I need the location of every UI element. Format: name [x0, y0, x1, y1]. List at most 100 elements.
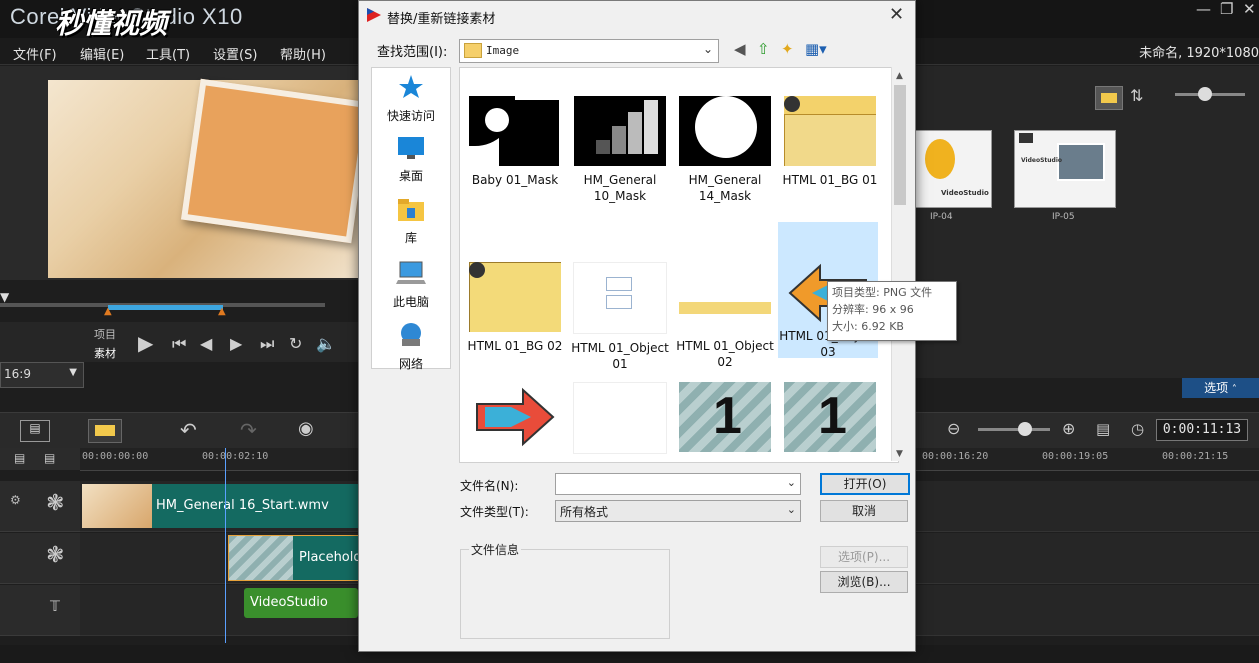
menu-file[interactable]: 文件(F) — [13, 44, 57, 63]
library-icon — [398, 199, 424, 221]
file-item[interactable]: Baby 01_Mask — [465, 96, 565, 188]
place-network[interactable]: 网络 — [372, 322, 450, 382]
scroll-down-icon[interactable]: ▼ — [896, 449, 903, 459]
file-item[interactable] — [465, 382, 565, 458]
trim-in-handle[interactable]: ▲ — [104, 306, 112, 317]
filetype-select[interactable]: 所有格式 ⌄ — [555, 500, 801, 522]
file-item[interactable]: HTML 01_Object 01 — [570, 262, 670, 372]
zoom-slider-knob[interactable] — [1018, 422, 1032, 436]
scroll-up-icon[interactable]: ▲ — [896, 71, 903, 81]
project-info: 未命名, 1920*1080 — [1139, 46, 1259, 61]
chapter-icon[interactable]: ▤ — [44, 451, 55, 465]
trim-out-handle[interactable]: ▲ — [218, 306, 226, 317]
title-clip-label: VideoStudio — [250, 595, 328, 610]
prev-frame-icon[interactable]: ◀ — [200, 334, 212, 353]
storyboard-view-icon[interactable]: ▤ — [20, 420, 50, 442]
file-item[interactable]: 1 — [780, 382, 880, 458]
sunflower-image — [925, 139, 955, 179]
file-label: HTML 01_BG 01 — [782, 173, 878, 187]
new-folder-icon[interactable]: ✦ — [781, 40, 794, 58]
file-list[interactable]: Baby 01_Mask HM_General 10_Mask HM_Gener… — [459, 67, 899, 463]
place-desktop[interactable]: 桌面 — [372, 136, 450, 196]
clip-mode-label[interactable]: 素材 — [94, 345, 116, 361]
record-capture-icon[interactable]: ◉ — [298, 418, 314, 439]
library-thumb-ip05[interactable]: VideoStudio — [1014, 130, 1116, 208]
place-this-pc[interactable]: 此电脑 — [372, 260, 450, 320]
open-button[interactable]: 打开(O) — [820, 473, 910, 495]
aspect-ratio-select[interactable]: 16:9 ▼ — [0, 362, 84, 388]
file-thumb-html-bg02 — [469, 262, 561, 332]
sort-icon[interactable]: ⇅ — [1130, 86, 1143, 105]
zoom-out-icon[interactable]: ⊖ — [947, 419, 960, 438]
slider-knob[interactable] — [1198, 87, 1212, 101]
undo-icon[interactable]: ↶ — [180, 418, 197, 442]
menu-tools[interactable]: 工具(T) — [146, 44, 190, 63]
file-item[interactable]: HTML 01_BG 02 — [465, 262, 565, 354]
relink-dialog: 替换/重新链接素材 ✕ 查找范围(I): Image ⌄ ◀ ⇧ ✦ ▦▾ 快速… — [358, 0, 957, 652]
video-clip-label: HM_General 16_Start.wmv — [156, 498, 329, 513]
library-view-button[interactable] — [1095, 86, 1123, 110]
library-thumb-ip04[interactable]: VideoStudio — [914, 130, 992, 208]
close-icon[interactable]: ✕ — [1243, 0, 1256, 18]
file-item[interactable]: HM_General 10_Mask — [570, 96, 670, 204]
clip-thumbnail — [82, 484, 152, 528]
scroll-thumb[interactable] — [894, 85, 906, 205]
chevron-down-icon: ⌄ — [786, 476, 796, 489]
place-quick-access[interactable]: 快速访问 — [372, 74, 450, 134]
place-label: 快速访问 — [386, 109, 435, 123]
timeline-view-button[interactable] — [88, 419, 122, 443]
browse-button[interactable]: 浏览(B)... — [820, 571, 908, 593]
up-folder-icon[interactable]: ⇧ — [757, 40, 770, 58]
volume-icon[interactable]: 🔈 — [316, 334, 336, 353]
back-icon[interactable]: ◀ — [734, 40, 746, 58]
options-tab[interactable]: 选项 ˄ — [1182, 378, 1259, 398]
redo-icon[interactable]: ↷ — [240, 418, 257, 442]
menu-edit[interactable]: 编辑(E) — [80, 44, 124, 63]
menu-settings[interactable]: 设置(S) — [213, 44, 257, 63]
zoom-in-icon[interactable]: ⊕ — [1062, 419, 1075, 438]
fit-project-icon[interactable]: ▤ — [1096, 420, 1110, 438]
cancel-button[interactable]: 取消 — [820, 500, 908, 522]
scrub-start-marker[interactable]: ▼ — [0, 290, 9, 304]
end-icon[interactable]: ⏭ — [260, 334, 274, 354]
overlay-clip[interactable]: Placeholder — [228, 535, 375, 581]
lookin-combo[interactable]: Image ⌄ — [459, 39, 719, 63]
place-label: 桌面 — [398, 169, 423, 183]
play-icon[interactable]: ▶ — [138, 331, 153, 355]
clock-icon[interactable]: ◷ — [1131, 420, 1144, 438]
file-item[interactable]: 1 — [675, 382, 775, 458]
menu-help[interactable]: 帮助(H) — [280, 44, 326, 63]
filename-label: 文件名(N): — [460, 479, 519, 493]
ruler-tick: 00:00:16:20 — [922, 451, 989, 462]
favorite-icon — [1019, 133, 1033, 143]
track-manager-icon[interactable]: ▤ — [14, 451, 25, 465]
title-clip[interactable]: VideoStudio — [244, 588, 358, 618]
file-thumb-blank — [573, 382, 667, 454]
view-menu-icon[interactable]: ▦▾ — [805, 40, 827, 58]
filename-input[interactable]: ⌄ — [555, 473, 801, 495]
place-library[interactable]: 库 — [372, 198, 450, 258]
home-icon[interactable]: ⏮ — [172, 334, 186, 354]
playhead[interactable] — [225, 448, 226, 643]
timecode-display[interactable]: 0:00:11:13 — [1156, 419, 1248, 441]
track-settings-icon[interactable]: ⚙ — [10, 493, 21, 507]
file-thumb-number-one: 1 — [784, 382, 876, 452]
next-frame-icon[interactable]: ▶ — [230, 334, 242, 353]
zoom-slider[interactable] — [978, 428, 1050, 431]
options-tab-label: 选项 — [1204, 381, 1229, 395]
file-item[interactable] — [570, 382, 670, 460]
file-item[interactable]: HTML 01_BG 01 — [780, 96, 880, 188]
file-info-label: 文件信息 — [469, 541, 522, 558]
repeat-icon[interactable]: ↻ — [289, 334, 302, 353]
minimize-icon[interactable]: — — [1196, 0, 1211, 18]
view-thumbnail-icon — [1101, 93, 1117, 103]
options-button[interactable]: 选项(P)... — [820, 546, 908, 568]
project-mode-label[interactable]: 项目 — [94, 326, 116, 342]
dialog-close-icon[interactable]: ✕ — [889, 4, 904, 25]
computer-icon — [396, 261, 426, 284]
file-item[interactable]: HTML 01_Object 02 — [675, 262, 775, 370]
file-item[interactable]: HM_General 14_Mask — [675, 96, 775, 204]
video-clip[interactable]: HM_General 16_Start.wmv — [82, 484, 358, 528]
trim-range[interactable] — [108, 305, 223, 310]
restore-icon[interactable]: ❐ — [1220, 0, 1233, 18]
